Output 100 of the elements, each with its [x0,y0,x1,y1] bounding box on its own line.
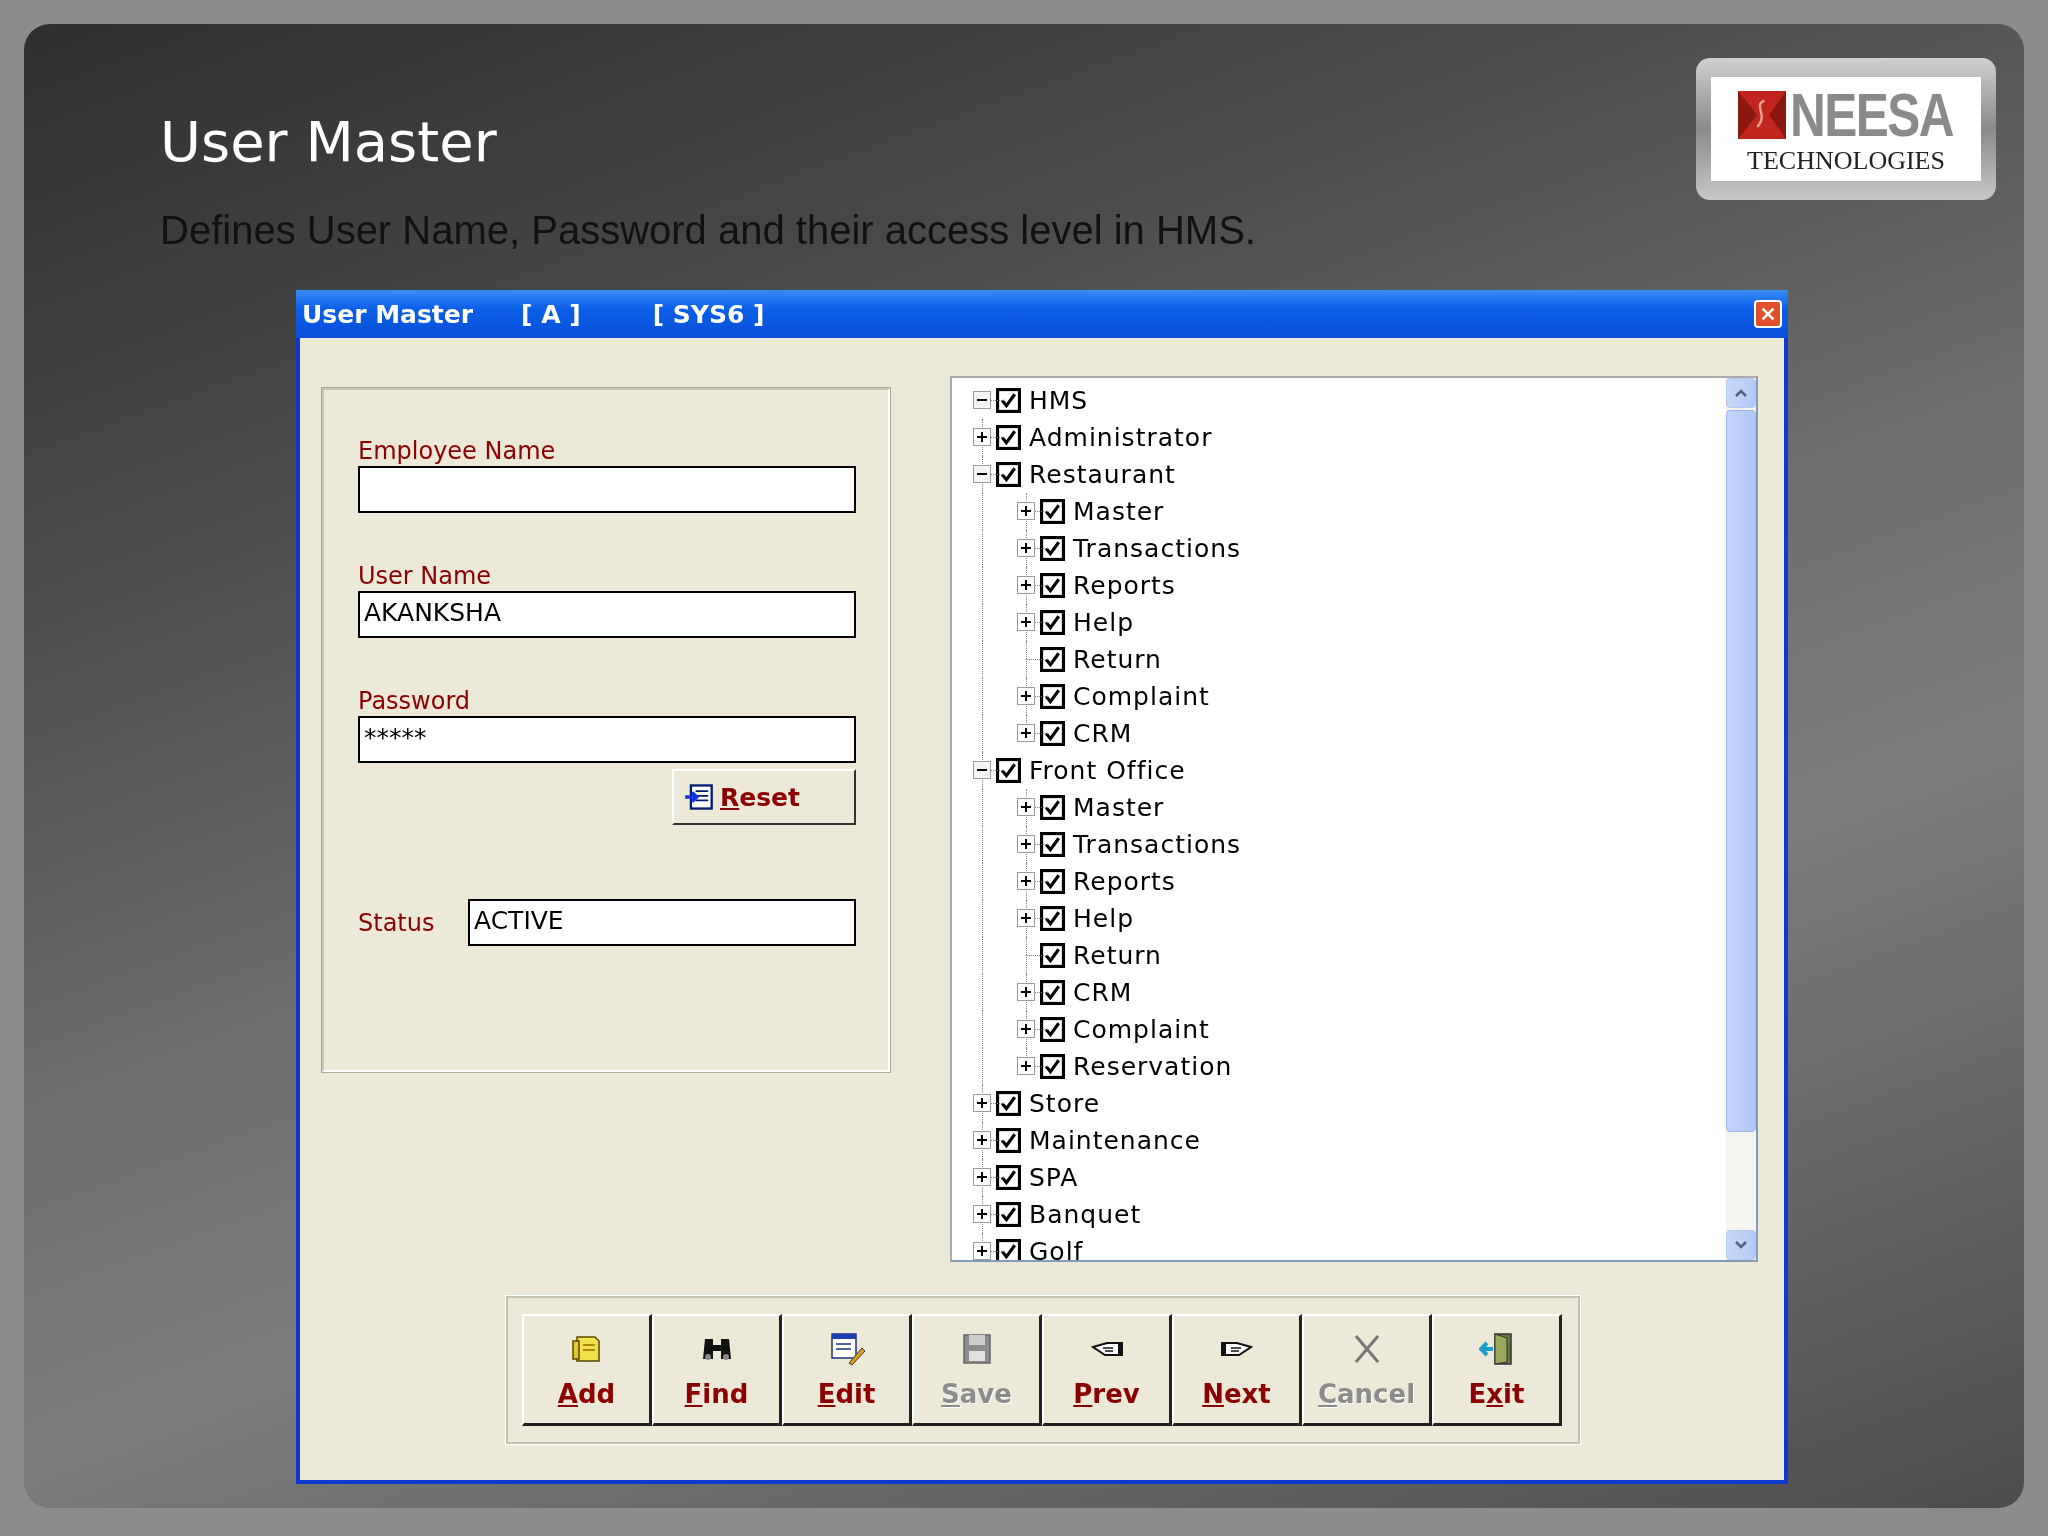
expand-icon[interactable] [1017,1057,1035,1075]
tree-item[interactable]: Complaint [1073,682,1210,711]
tree-item[interactable]: Reservation [1073,1052,1233,1081]
tree-item[interactable]: SPA [1029,1163,1079,1192]
expand-icon[interactable] [973,1205,991,1223]
checkbox[interactable] [996,1091,1021,1116]
logo-mark-icon [1738,91,1787,139]
tree-item[interactable]: Help [1073,608,1134,637]
logo-tagline: TECHNOLOGIES [1747,147,1945,175]
tree-item[interactable]: Transactions [1073,830,1242,859]
expand-icon[interactable] [1017,539,1035,557]
expand-icon[interactable] [973,1168,991,1186]
expand-icon[interactable] [1017,502,1035,520]
tree-item[interactable]: Transactions [1073,534,1242,563]
reset-button[interactable]: Reset [672,769,856,825]
tree-item[interactable]: Return [1073,645,1162,674]
scroll-up-button[interactable] [1726,378,1756,408]
prev-button[interactable]: Prev [1042,1314,1172,1426]
tree-item[interactable]: Complaint [1073,1015,1210,1044]
checkbox[interactable] [996,758,1021,783]
expand-icon[interactable] [1017,724,1035,742]
tree-item[interactable]: Store [1029,1089,1101,1118]
input-field[interactable] [358,466,856,513]
edit-button[interactable]: Edit [782,1314,912,1426]
tree-item[interactable]: CRM [1073,719,1133,748]
tree-item[interactable]: Front Office [1029,756,1186,785]
expand-icon[interactable] [1017,835,1035,853]
tree-item[interactable]: Golf [1029,1237,1084,1260]
checkbox[interactable] [1040,610,1065,635]
tree-item[interactable]: Administrator [1029,423,1213,452]
next-button[interactable]: Next [1172,1314,1302,1426]
expand-icon[interactable] [1017,613,1035,631]
status-label: Status [358,908,436,937]
tree-item[interactable]: Return [1073,941,1162,970]
expand-icon[interactable] [1017,1020,1035,1038]
field-label: Employee Name [358,436,557,466]
expand-icon[interactable] [973,1094,991,1112]
tree-item[interactable]: CRM [1073,978,1133,1007]
checkbox[interactable] [1040,1054,1065,1079]
expand-icon[interactable] [1017,798,1035,816]
checkbox[interactable] [996,1165,1021,1190]
checkbox[interactable] [1040,906,1065,931]
collapse-icon[interactable] [973,465,991,483]
mode-label: [ A ] [521,299,581,329]
checkbox[interactable] [1040,499,1065,524]
input-field[interactable]: AKANKSHA [358,591,856,638]
checkbox[interactable] [1040,980,1065,1005]
window-title: User Master [302,299,474,329]
checkbox[interactable] [996,425,1021,450]
tree-item[interactable]: Reports [1073,571,1176,600]
expand-icon[interactable] [1017,872,1035,890]
collapse-icon[interactable] [973,391,991,409]
expand-icon[interactable] [973,1131,991,1149]
tree-item[interactable]: HMS [1029,386,1089,415]
user-label: [ SYS6 ] [652,299,765,329]
expand-icon[interactable] [1017,687,1035,705]
checkbox[interactable] [1040,573,1065,598]
checkbox[interactable] [996,462,1021,487]
checkbox[interactable] [1040,647,1065,672]
checkbox[interactable] [1040,721,1065,746]
expand-icon[interactable] [1017,576,1035,594]
status-field[interactable]: ACTIVE [468,899,856,946]
checkbox[interactable] [1040,536,1065,561]
checkbox[interactable] [996,1202,1021,1227]
tree-item[interactable]: Banquet [1029,1200,1142,1229]
close-button[interactable] [1754,300,1782,328]
form-pencil-icon [828,1330,865,1367]
logo-name: NEESA [1790,83,1954,147]
checkbox[interactable] [996,1128,1021,1153]
add-button[interactable]: Add [522,1314,652,1426]
collapse-icon[interactable] [973,761,991,779]
tree-item[interactable]: Master [1073,497,1165,526]
tree-item[interactable]: Reports [1073,867,1176,896]
checkbox[interactable] [996,1239,1021,1260]
checkbox[interactable] [1040,684,1065,709]
form-arrow-icon [684,783,714,811]
checkbox[interactable] [1040,943,1065,968]
field-label: User Name [358,561,493,591]
checkbox[interactable] [1040,795,1065,820]
tree-item[interactable]: Help [1073,904,1134,933]
tree-item[interactable]: Maintenance [1029,1126,1201,1155]
checkbox[interactable] [1040,869,1065,894]
exit-button[interactable]: Exit [1432,1314,1562,1426]
checkbox[interactable] [996,388,1021,413]
field-label: Password [358,686,472,716]
slide-title: User Master [160,110,498,174]
tree-item[interactable]: Restaurant [1029,460,1176,489]
expand-icon[interactable] [1017,909,1035,927]
input-field[interactable]: ***** [358,716,856,763]
checkbox[interactable] [1040,1017,1065,1042]
find-button[interactable]: Find [652,1314,782,1426]
expand-icon[interactable] [973,428,991,446]
close-icon [1759,305,1777,323]
scroll-down-button[interactable] [1726,1230,1756,1260]
expand-icon[interactable] [1017,983,1035,1001]
scrollbar-thumb[interactable] [1726,410,1756,1132]
checkbox[interactable] [1040,832,1065,857]
expand-icon[interactable] [973,1242,991,1260]
door-arrow-icon [1478,1330,1515,1367]
tree-item[interactable]: Master [1073,793,1165,822]
